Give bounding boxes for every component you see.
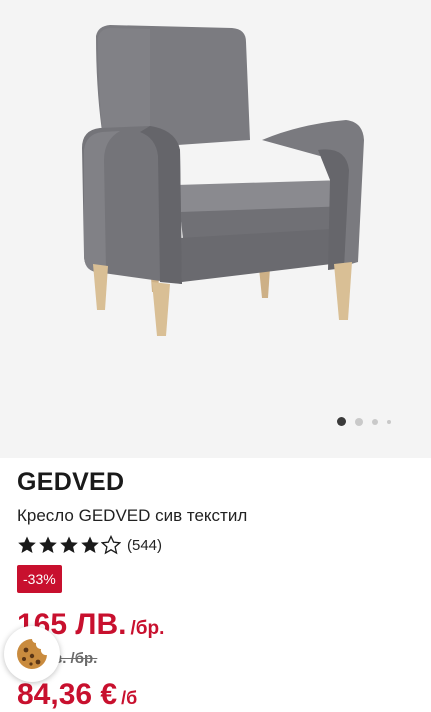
discount-badge: -33%: [17, 565, 62, 593]
eur-price: 84,36 €/б: [17, 678, 137, 712]
product-rating[interactable]: (544): [17, 535, 162, 555]
product-description: Кресло GEDVED сив текстил: [17, 506, 248, 525]
star-filled-icon: [60, 536, 78, 553]
gallery-dot-2[interactable]: [355, 417, 363, 426]
product-image-gallery[interactable]: [0, 0, 431, 458]
eur-price-amount: 84,36 €: [17, 678, 118, 711]
armchair-image: [82, 25, 364, 336]
gallery-pagination: [337, 417, 391, 426]
star-filled-icon: [81, 536, 99, 553]
star-filled-icon: [39, 536, 57, 553]
gallery-dot-3[interactable]: [372, 418, 378, 425]
cookie-icon: [17, 639, 47, 669]
review-count[interactable]: (544): [127, 537, 162, 554]
gallery-dot-4[interactable]: [387, 419, 391, 424]
price-unit: /бр.: [130, 618, 165, 639]
star-empty-icon: [101, 535, 121, 555]
rating-stars: [17, 535, 121, 555]
eur-price-unit: /б: [121, 688, 138, 708]
star-filled-icon: [18, 536, 36, 553]
product-brand: GEDVED: [17, 468, 125, 496]
gallery-dot-1[interactable]: [337, 417, 346, 426]
cookie-settings-button[interactable]: [4, 626, 60, 682]
